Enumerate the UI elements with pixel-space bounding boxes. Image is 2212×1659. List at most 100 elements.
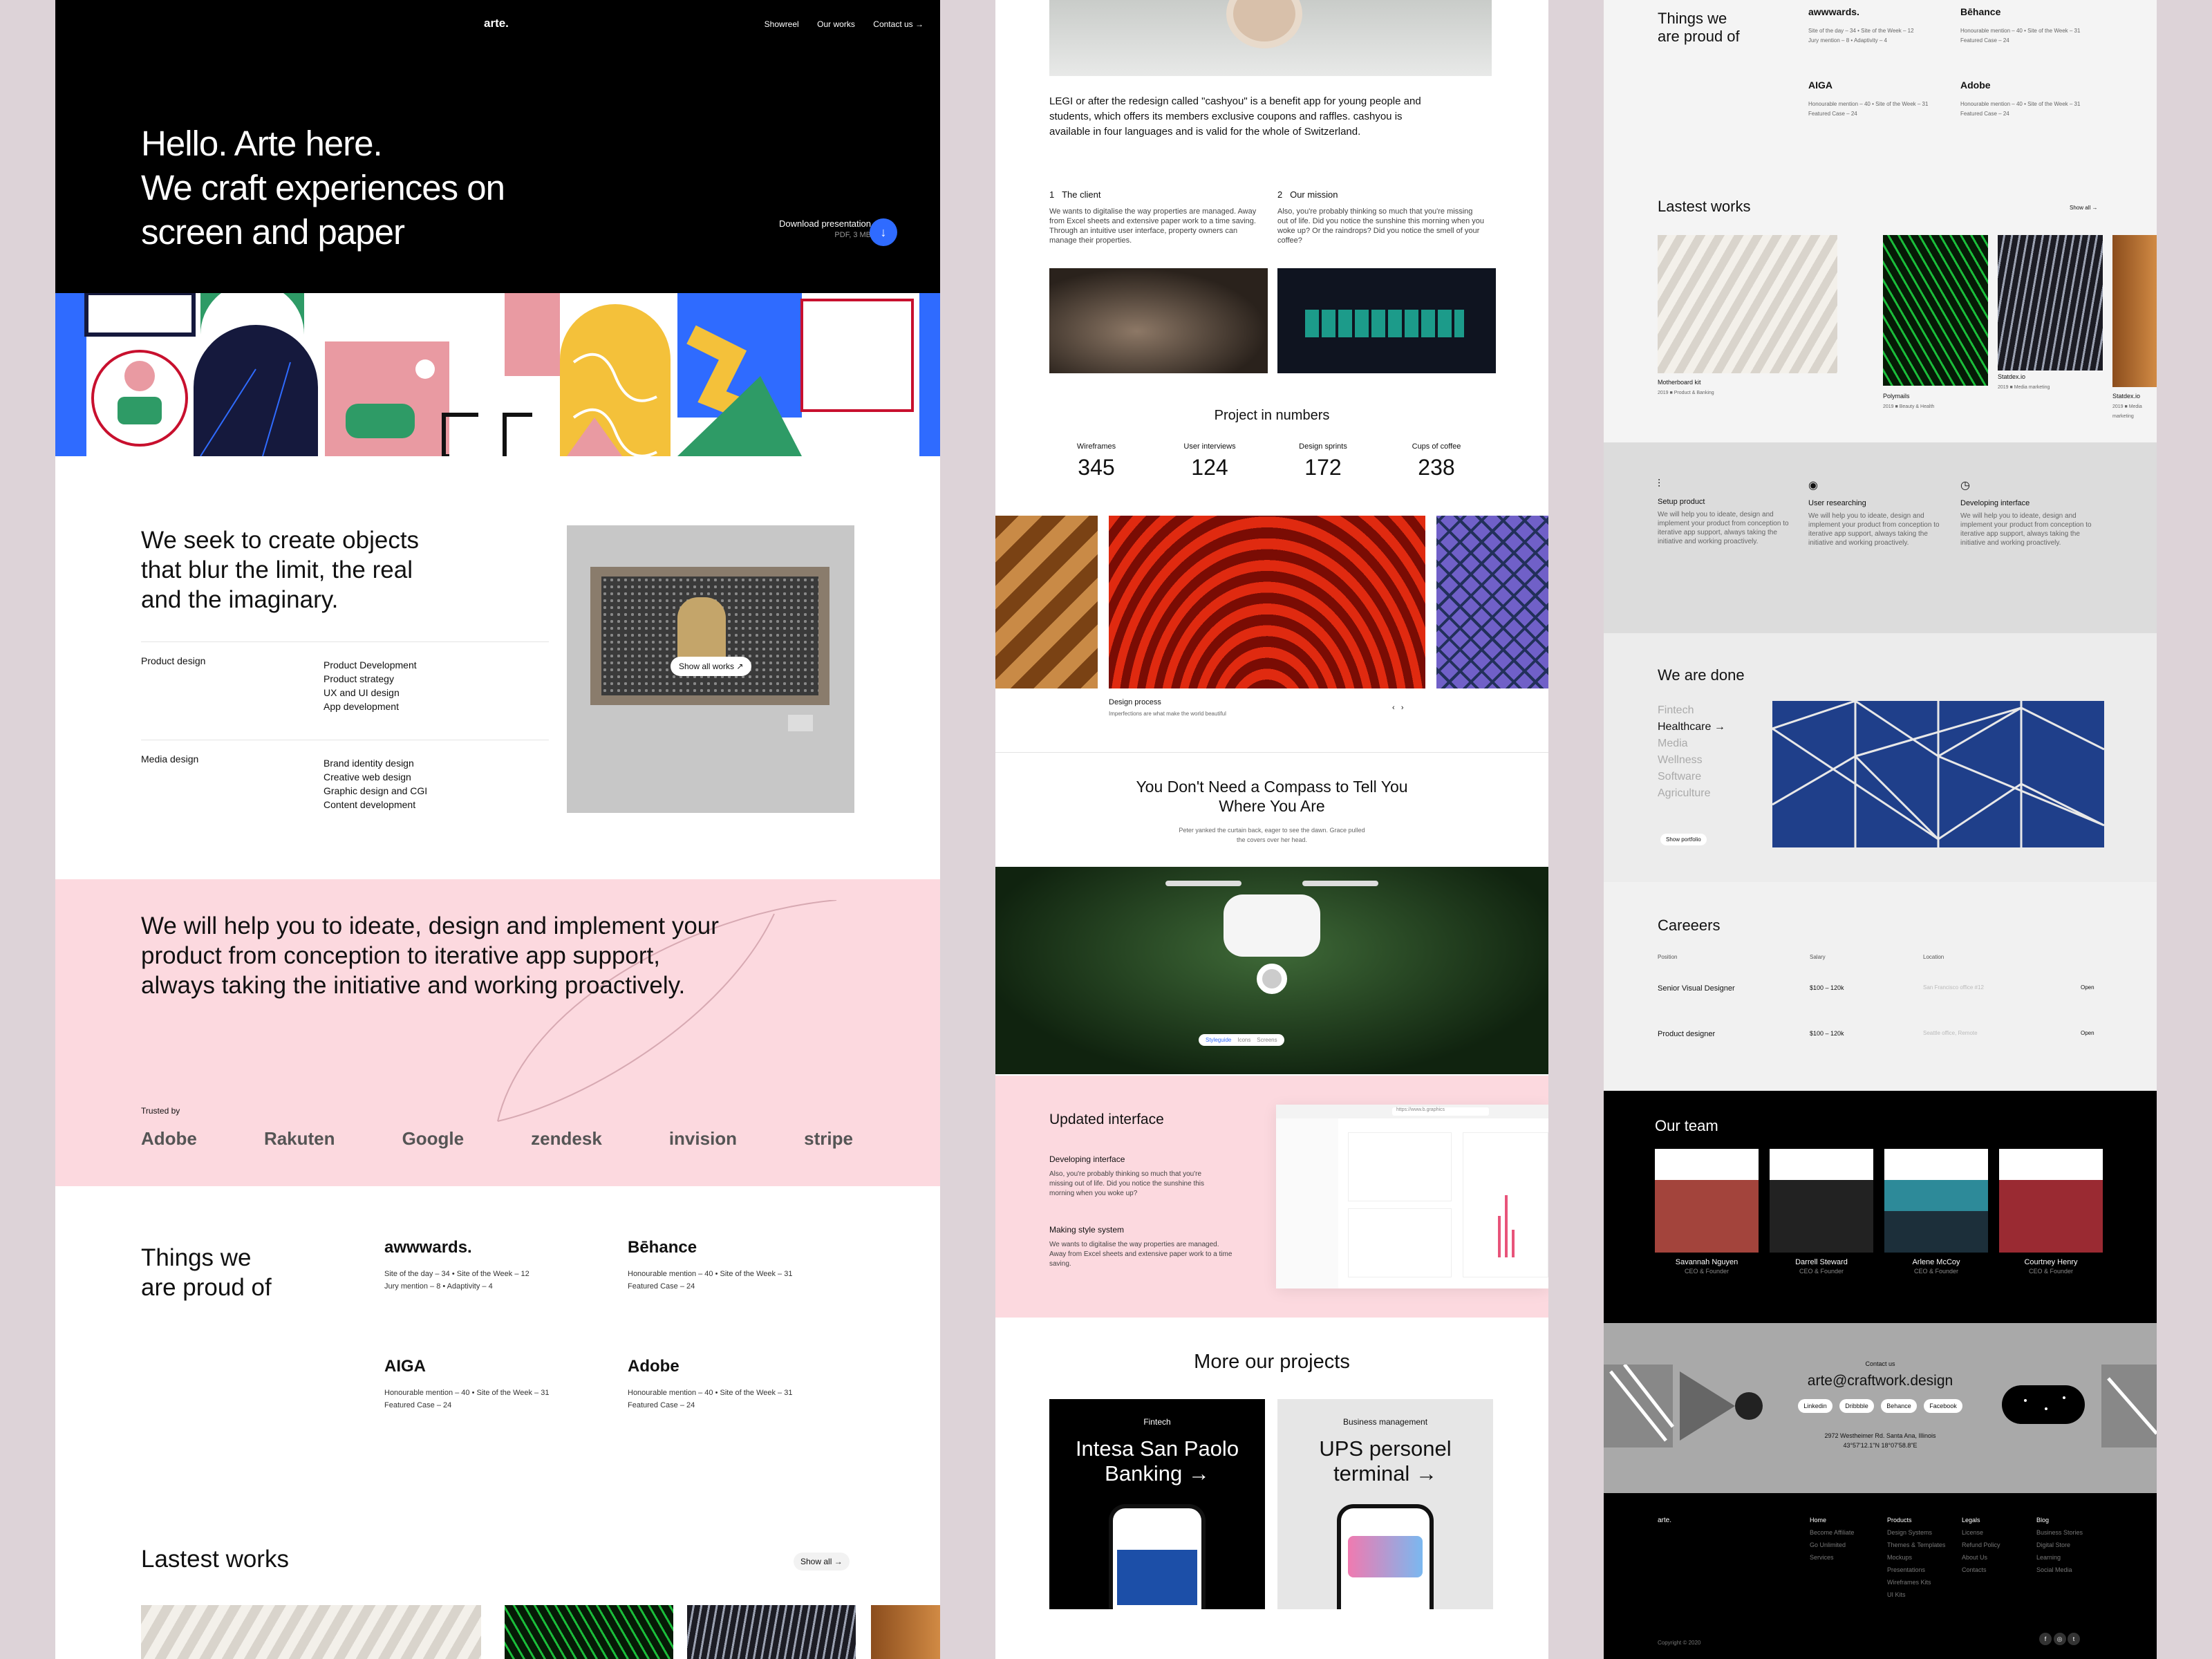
award-text: Honourable mention – 40 • Site of the We… xyxy=(1960,101,2081,117)
gallery-red-image[interactable] xyxy=(1109,516,1425,688)
career-row[interactable]: Product designer $100 – 120k Seattle off… xyxy=(1658,1030,2103,1038)
work-thumbnail[interactable] xyxy=(1658,235,1837,373)
sliders-icon: ⫶ xyxy=(1658,478,1661,490)
avatar xyxy=(1884,1149,1988,1253)
project-description: LEGI or after the redesign called "cashy… xyxy=(1049,95,1421,138)
phone-mockup xyxy=(1109,1504,1206,1609)
hero-section: arte. Showreel Our works Contact us → He… xyxy=(55,0,940,293)
app-panel xyxy=(1348,1132,1452,1201)
work-thumbnail[interactable] xyxy=(1998,235,2103,371)
work-meta: 2019 ■ Media marketing xyxy=(2112,404,2142,419)
tab-icons[interactable]: Icons xyxy=(1237,1037,1250,1043)
team-member-darrell[interactable]: Darrell Steward CEO & Founder xyxy=(1770,1149,1873,1275)
eye-icon: ◉ xyxy=(1808,480,1818,491)
footer-col-home: Home Become Affiliate Go Unlimited Servic… xyxy=(1810,1514,1854,1564)
instagram-icon[interactable]: ◎ xyxy=(2053,1633,2066,1645)
numbers-heading: Project in numbers xyxy=(1214,408,1330,423)
footer-links[interactable]: Business Stories Digital Store Learning … xyxy=(2036,1529,2083,1573)
work-title: Statdex.io xyxy=(2112,393,2141,400)
show-all-button[interactable]: Show all → xyxy=(794,1553,850,1571)
download-presentation-link[interactable]: Download presentation PDF, 3 MB xyxy=(779,218,871,239)
footer-links[interactable]: Design Systems Themes & Templates Mockup… xyxy=(1887,1529,1945,1598)
chevron-left-icon[interactable]: ‹ xyxy=(1392,704,1395,712)
style-heading: Making style system xyxy=(1049,1225,1125,1235)
avatar xyxy=(1999,1149,2103,1253)
drone-image: Styleguide Icons Screens xyxy=(995,867,1548,1074)
member-role: CEO & Founder xyxy=(1913,1268,1959,1275)
adobe-logo: Adobe xyxy=(1960,79,1991,91)
work-thumbnail[interactable] xyxy=(505,1605,673,1659)
show-portfolio-button[interactable]: Show portfolio xyxy=(1660,834,1707,845)
help-section: We will help you to ideate, design and i… xyxy=(55,879,940,1186)
gallery-glass-image[interactable] xyxy=(1436,516,1548,688)
career-open-link[interactable]: Open xyxy=(2081,984,2094,993)
work-thumbnail[interactable] xyxy=(141,1605,481,1659)
service-heading-product-design: Product design xyxy=(141,655,206,666)
work-thumbnail[interactable] xyxy=(687,1605,856,1659)
team-member-savannah[interactable]: Savannah Nguyen CEO & Founder xyxy=(1655,1149,1759,1275)
industry-agriculture[interactable]: Agriculture xyxy=(1658,785,1725,802)
browser-url-bar[interactable]: https://www.b.graphics xyxy=(1392,1107,1489,1116)
tab-screens[interactable]: Screens xyxy=(1257,1037,1277,1043)
service-heading-media-design: Media design xyxy=(141,753,199,765)
work-title: Statdex.io xyxy=(1998,373,2026,380)
app-panel xyxy=(1348,1208,1452,1277)
brand-logo[interactable]: arte. xyxy=(484,17,509,30)
nav-our-works[interactable]: Our works xyxy=(817,19,855,29)
footer-links[interactable]: License Refund Policy About Us Contacts xyxy=(1962,1529,2000,1573)
team-member-courtney[interactable]: Courtney Henry CEO & Founder xyxy=(1999,1149,2103,1275)
compass-subtitle: Peter yanked the curtain back, eager to … xyxy=(1179,827,1365,843)
facebook-icon[interactable]: f xyxy=(2039,1633,2052,1645)
award-aiga: AIGA Honourable mention – 40 • Site of th… xyxy=(1808,80,1933,119)
download-button[interactable]: ↓ xyxy=(870,218,897,246)
social-dribbble[interactable]: Dribbble xyxy=(1839,1399,1874,1413)
show-all-works-button[interactable]: Show all works ↗ xyxy=(671,657,752,676)
work-title: Motherboard kit xyxy=(1658,379,1701,386)
project-card-ups[interactable]: Business management UPS personel termina… xyxy=(1277,1399,1493,1609)
award-text: Honourable mention – 40 • Site of the We… xyxy=(1960,28,2081,44)
footer-logo[interactable]: arte. xyxy=(1658,1517,1671,1524)
project-card-intesa[interactable]: Fintech Intesa San Paolo Banking → xyxy=(1049,1399,1265,1609)
work-thumbnail[interactable] xyxy=(2112,235,2157,387)
twitter-icon[interactable]: t xyxy=(2068,1633,2081,1645)
contact-email[interactable]: arte@craftwork.design xyxy=(1604,1373,2157,1389)
industry-software[interactable]: Software xyxy=(1658,769,1725,785)
drone-propeller xyxy=(1302,881,1378,886)
show-all-link[interactable]: Show all → xyxy=(2070,203,2097,213)
footer-links[interactable]: Become Affiliate Go Unlimited Services xyxy=(1810,1529,1854,1561)
gallery-wood-image[interactable] xyxy=(995,516,1098,688)
industry-healthcare[interactable]: Healthcare → xyxy=(1658,719,1725,735)
nav-showreel[interactable]: Showreel xyxy=(765,19,799,29)
gallery-nav: ‹ › xyxy=(1392,704,1404,712)
project-page: LEGI or after the redesign called "cashy… xyxy=(995,0,1548,1659)
social-facebook[interactable]: Facebook xyxy=(1924,1399,1962,1413)
award-adobe: Adobe Honourable mention – 40 • Site of t… xyxy=(1960,80,2099,119)
career-location: San Francisco office #12 xyxy=(1923,984,1984,991)
team-member-arlene[interactable]: Arlene McCoy CEO & Founder xyxy=(1884,1149,1988,1275)
social-behance[interactable]: Behance xyxy=(1881,1399,1917,1413)
award-text: Honourable mention – 40 • Site of the We… xyxy=(384,1389,550,1409)
career-open-link[interactable]: Open xyxy=(2081,1030,2094,1038)
feature-title: User researching xyxy=(1808,499,1866,507)
industry-fintech[interactable]: Fintech xyxy=(1658,702,1725,719)
download-meta: PDF, 3 MB xyxy=(834,231,871,239)
award-aiga: AIGA Honourable mention – 40 • Site of th… xyxy=(384,1358,606,1412)
style-text: We wants to digitalise the way propertie… xyxy=(1049,1241,1232,1268)
career-salary: $100 – 120k xyxy=(1810,1030,1844,1037)
member-role: CEO & Founder xyxy=(1684,1268,1730,1275)
career-row[interactable]: Senior Visual Designer $100 – 120k San F… xyxy=(1658,984,2103,993)
careers-header-row: Position Salary Location xyxy=(1658,954,2103,960)
drone-body xyxy=(1224,894,1320,957)
social-linkedin[interactable]: Linkedin xyxy=(1798,1399,1833,1413)
pixel-portrait xyxy=(677,597,726,659)
invision-logo: invision xyxy=(668,1128,738,1149)
nav-contact-us[interactable]: Contact us → xyxy=(873,19,924,29)
tab-styleguide[interactable]: Styleguide xyxy=(1206,1037,1231,1043)
work-thumbnail[interactable] xyxy=(1883,235,1988,386)
work-thumbnail[interactable] xyxy=(871,1605,940,1659)
footer-col-title: Blog xyxy=(2036,1517,2050,1524)
careers-heading: Careeers xyxy=(1658,917,1721,934)
industry-media[interactable]: Media xyxy=(1658,735,1725,752)
chevron-right-icon[interactable]: › xyxy=(1401,704,1404,712)
industry-wellness[interactable]: Wellness xyxy=(1658,752,1725,769)
